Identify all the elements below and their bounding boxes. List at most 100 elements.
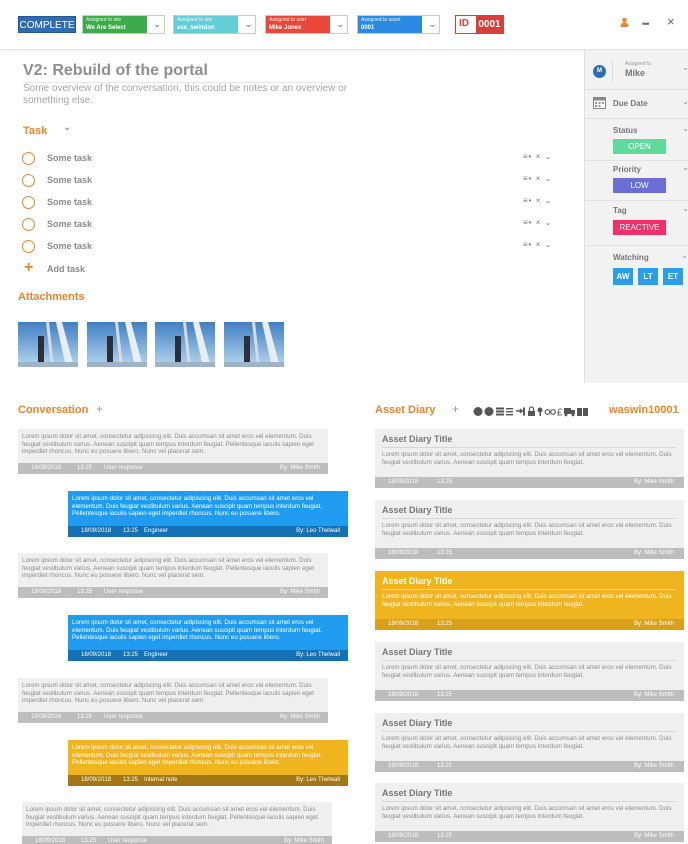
diary-entry-date: 18/09/2018 [388,692,419,698]
task-row[interactable]: Some task ≡• × ⌄ [22,173,562,189]
user-assignment-select[interactable]: Assigned to user Mike Jones ⌄ [265,15,348,34]
remove-icon[interactable]: × [536,196,542,205]
calendar-icon [593,96,606,114]
message-bubble: Lorem ipsum dolor sit amet, consectetur … [18,429,328,474]
assignee-section[interactable]: M Assigned to Mike ⌄ [585,50,688,90]
diary-entry[interactable]: Asset Diary Title Lorem ipsum dolor sit … [375,500,684,559]
lines-icon[interactable]: ≡• [523,152,532,161]
chevron-down-icon[interactable]: ⌄ [682,124,688,133]
chevron-down-icon[interactable]: ⌄ [682,163,688,172]
message-time: 13:25 [81,838,97,844]
stack-icon [496,407,504,410]
lines-icon[interactable]: ≡• [523,174,532,183]
tag-badge[interactable]: REACTIVE [613,220,666,235]
chevron-down-icon[interactable]: ⌄ [682,97,688,106]
task-checkbox[interactable] [22,196,35,209]
task-checkbox[interactable] [22,174,35,187]
chevron-down-icon[interactable]: ⌄ [681,251,688,260]
watcher-avatar[interactable]: AW [613,268,633,285]
task-label: Some task [47,175,93,185]
chevron-down-icon[interactable]: ⌄ [545,196,553,205]
asset-assignment-select[interactable]: Assigned to asset 0001 ⌄ [357,15,440,34]
watcher-avatar[interactable]: ET [663,268,683,285]
message-time: 13:25 [123,528,139,534]
add-diary-entry-icon[interactable]: + [452,402,459,416]
chevron-down-icon[interactable]: ⌄ [545,174,553,183]
diary-entry-title: Asset Diary Title [382,788,453,798]
diary-entry[interactable]: Asset Diary Title Lorem ipsum dolor sit … [375,429,684,488]
diary-entry-author: By: Mike Smith [633,692,674,698]
site-code-assignment-select[interactable]: Assigned to site ase_swindon ⌄ [173,15,256,34]
lines-icon[interactable]: ≡• [523,218,532,227]
remove-icon[interactable]: × [536,152,542,161]
diary-entry-divider [382,447,676,448]
status-badge[interactable]: OPEN [613,139,666,154]
chevron-down-icon: ⌄ [336,19,344,29]
remove-icon[interactable]: × [536,218,542,227]
chevron-down-icon[interactable]: ⌄ [545,240,553,249]
attachment-thumbnail[interactable] [87,322,147,367]
pound-icon: £ [557,408,563,418]
page-title: V2: Rebuild of the portal [23,62,208,79]
attachment-thumbnail[interactable] [18,322,78,367]
task-row[interactable]: Some task ≡• × ⌄ [22,239,562,255]
message-date: 18/09/2018 [35,838,66,844]
task-row[interactable]: Some task ≡• × ⌄ [22,217,562,233]
complete-button[interactable]: COMPLETE [18,16,76,33]
attachment-thumbnail[interactable] [224,322,284,367]
attachment-thumbnail[interactable] [155,322,215,367]
due-date-section[interactable]: Due Date ⌄ [585,90,688,119]
ticket-id-label: ID [459,18,469,29]
message-author: By: Mike Smith [283,838,324,844]
diary-entry[interactable]: Asset Diary Title Lorem ipsum dolor sit … [375,713,684,772]
list-icon [506,408,513,410]
task-checkbox[interactable] [22,240,35,253]
site-assignment-select[interactable]: Assigned to site We Are Select ⌄ [82,15,165,34]
task-row[interactable]: Some task ≡• × ⌄ [22,151,562,167]
watcher-avatar[interactable]: LT [638,268,658,285]
diary-entry-highlighted[interactable]: Asset Diary Title Lorem ipsum dolor sit … [375,571,684,630]
message-time: 13:25 [123,652,139,658]
diary-entry-divider [382,518,676,519]
chevron-down-icon[interactable]: ⌄ [545,218,553,227]
overview-text: Some overview of the conversation, this … [23,83,348,106]
diary-entry[interactable]: Asset Diary Title Lorem ipsum dolor sit … [375,783,684,842]
sign-in-icon [516,408,524,414]
tag-section: Tag ⌄ REACTIVE [585,201,688,246]
diary-entry[interactable]: Asset Diary Title Lorem ipsum dolor sit … [375,642,684,701]
more-icon[interactable]: ••• [642,17,650,31]
chevron-down-icon[interactable]: ⌄ [682,63,688,72]
task-checkbox[interactable] [22,152,35,165]
p-circle-icon [484,407,494,416]
remove-icon[interactable]: × [536,174,542,183]
diary-entry-title: Asset Diary Title [382,576,453,586]
priority-badge[interactable]: LOW [613,178,666,193]
user-icon[interactable] [620,17,629,31]
ticket-id-value: 0001 [476,16,503,33]
task-collapse-chevron-icon[interactable]: ⌄ [63,122,71,133]
chevron-down-icon: ⌄ [244,19,252,29]
chevron-down-icon: ⌄ [428,19,436,29]
lines-icon[interactable]: ≡• [523,196,532,205]
message-footer: 18/09/2018 13:25 Engineer By: Leo Thelwa… [68,526,348,537]
message-date: 18/09/2018 [31,465,62,471]
assignment-value: ase_swindon [177,25,215,31]
diary-entry-text: Lorem ipsum dolor sit amet, consectetur … [382,593,672,608]
task-row[interactable]: Some task ≡• × ⌄ [22,195,562,211]
close-icon[interactable]: × [667,15,675,29]
lines-icon[interactable]: ≡• [523,240,532,249]
assignment-value: Mike Jones [269,25,302,31]
diary-entry-date: 18/09/2018 [388,621,419,627]
user-assignment-label: Assigned to user Mike Jones [266,16,330,33]
task-checkbox[interactable] [22,218,35,231]
remove-icon[interactable]: × [536,240,542,249]
assignment-value: We Are Select [86,25,126,31]
message-time: 13:25 [77,589,93,595]
chevron-down-icon[interactable]: ⌄ [545,152,553,161]
chevron-down-icon[interactable]: ⌄ [682,204,688,213]
details-sidebar: M Assigned to Mike ⌄ Due Date ⌄ Status ⌄… [584,50,688,383]
add-task-button[interactable]: + Add task [22,259,562,278]
diary-entry-footer: 18/09/2018 13:25 By: Mike Smith [375,619,684,630]
message-date: 18/09/2018 [81,777,112,783]
add-message-icon[interactable]: + [96,402,103,416]
